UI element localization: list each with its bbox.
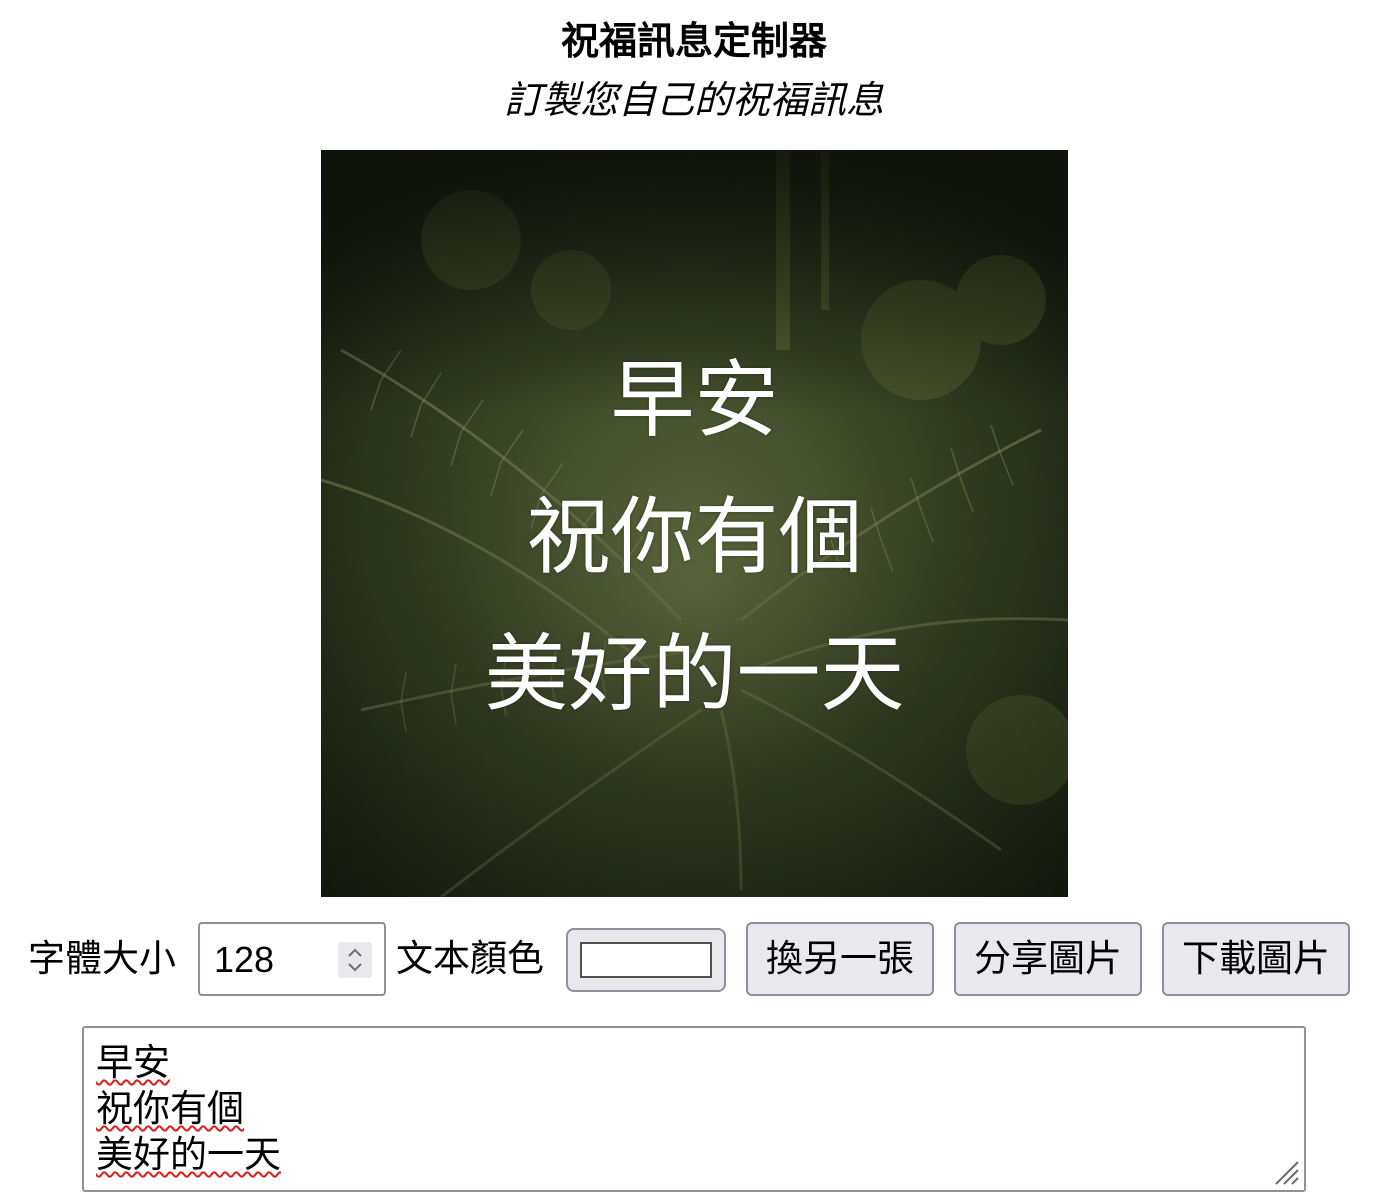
- change-image-button[interactable]: 換另一張: [746, 922, 934, 996]
- font-size-label: 字體大小: [28, 937, 176, 980]
- controls-bar: 字體大小 128 文本顏色 換另一張 分享圖片 下載圖片: [0, 922, 1380, 996]
- download-image-button[interactable]: 下載圖片: [1162, 922, 1350, 996]
- message-line-2: 祝你有個: [96, 1087, 244, 1130]
- font-size-value: 128: [214, 939, 275, 980]
- page-title: 祝福訊息定制器: [560, 19, 827, 63]
- text-color-swatch: [580, 942, 712, 978]
- page-subtitle: 訂製您自己的祝福訊息: [503, 78, 884, 122]
- message-textarea[interactable]: 早安 祝你有個 美好的一天: [82, 1026, 1306, 1192]
- text-color-label: 文本顏色: [396, 937, 544, 980]
- message-line-1: 早安: [96, 1041, 170, 1084]
- greeting-line-1: 早安: [610, 351, 779, 449]
- up-down-chevron-icon[interactable]: [338, 942, 372, 978]
- greeting-image-preview: 早安 祝你有個 美好的一天: [321, 150, 1068, 897]
- greeting-line-2: 祝你有個: [526, 488, 863, 586]
- text-color-picker[interactable]: [566, 928, 726, 992]
- share-image-button[interactable]: 分享圖片: [954, 922, 1142, 996]
- greeting-line-3: 美好的一天: [484, 625, 905, 723]
- resize-grip-icon[interactable]: [1270, 1156, 1300, 1186]
- message-line-3: 美好的一天: [96, 1133, 281, 1176]
- greeting-text-overlay: 早安 祝你有個 美好的一天: [321, 332, 1068, 743]
- font-size-input[interactable]: 128: [198, 922, 386, 996]
